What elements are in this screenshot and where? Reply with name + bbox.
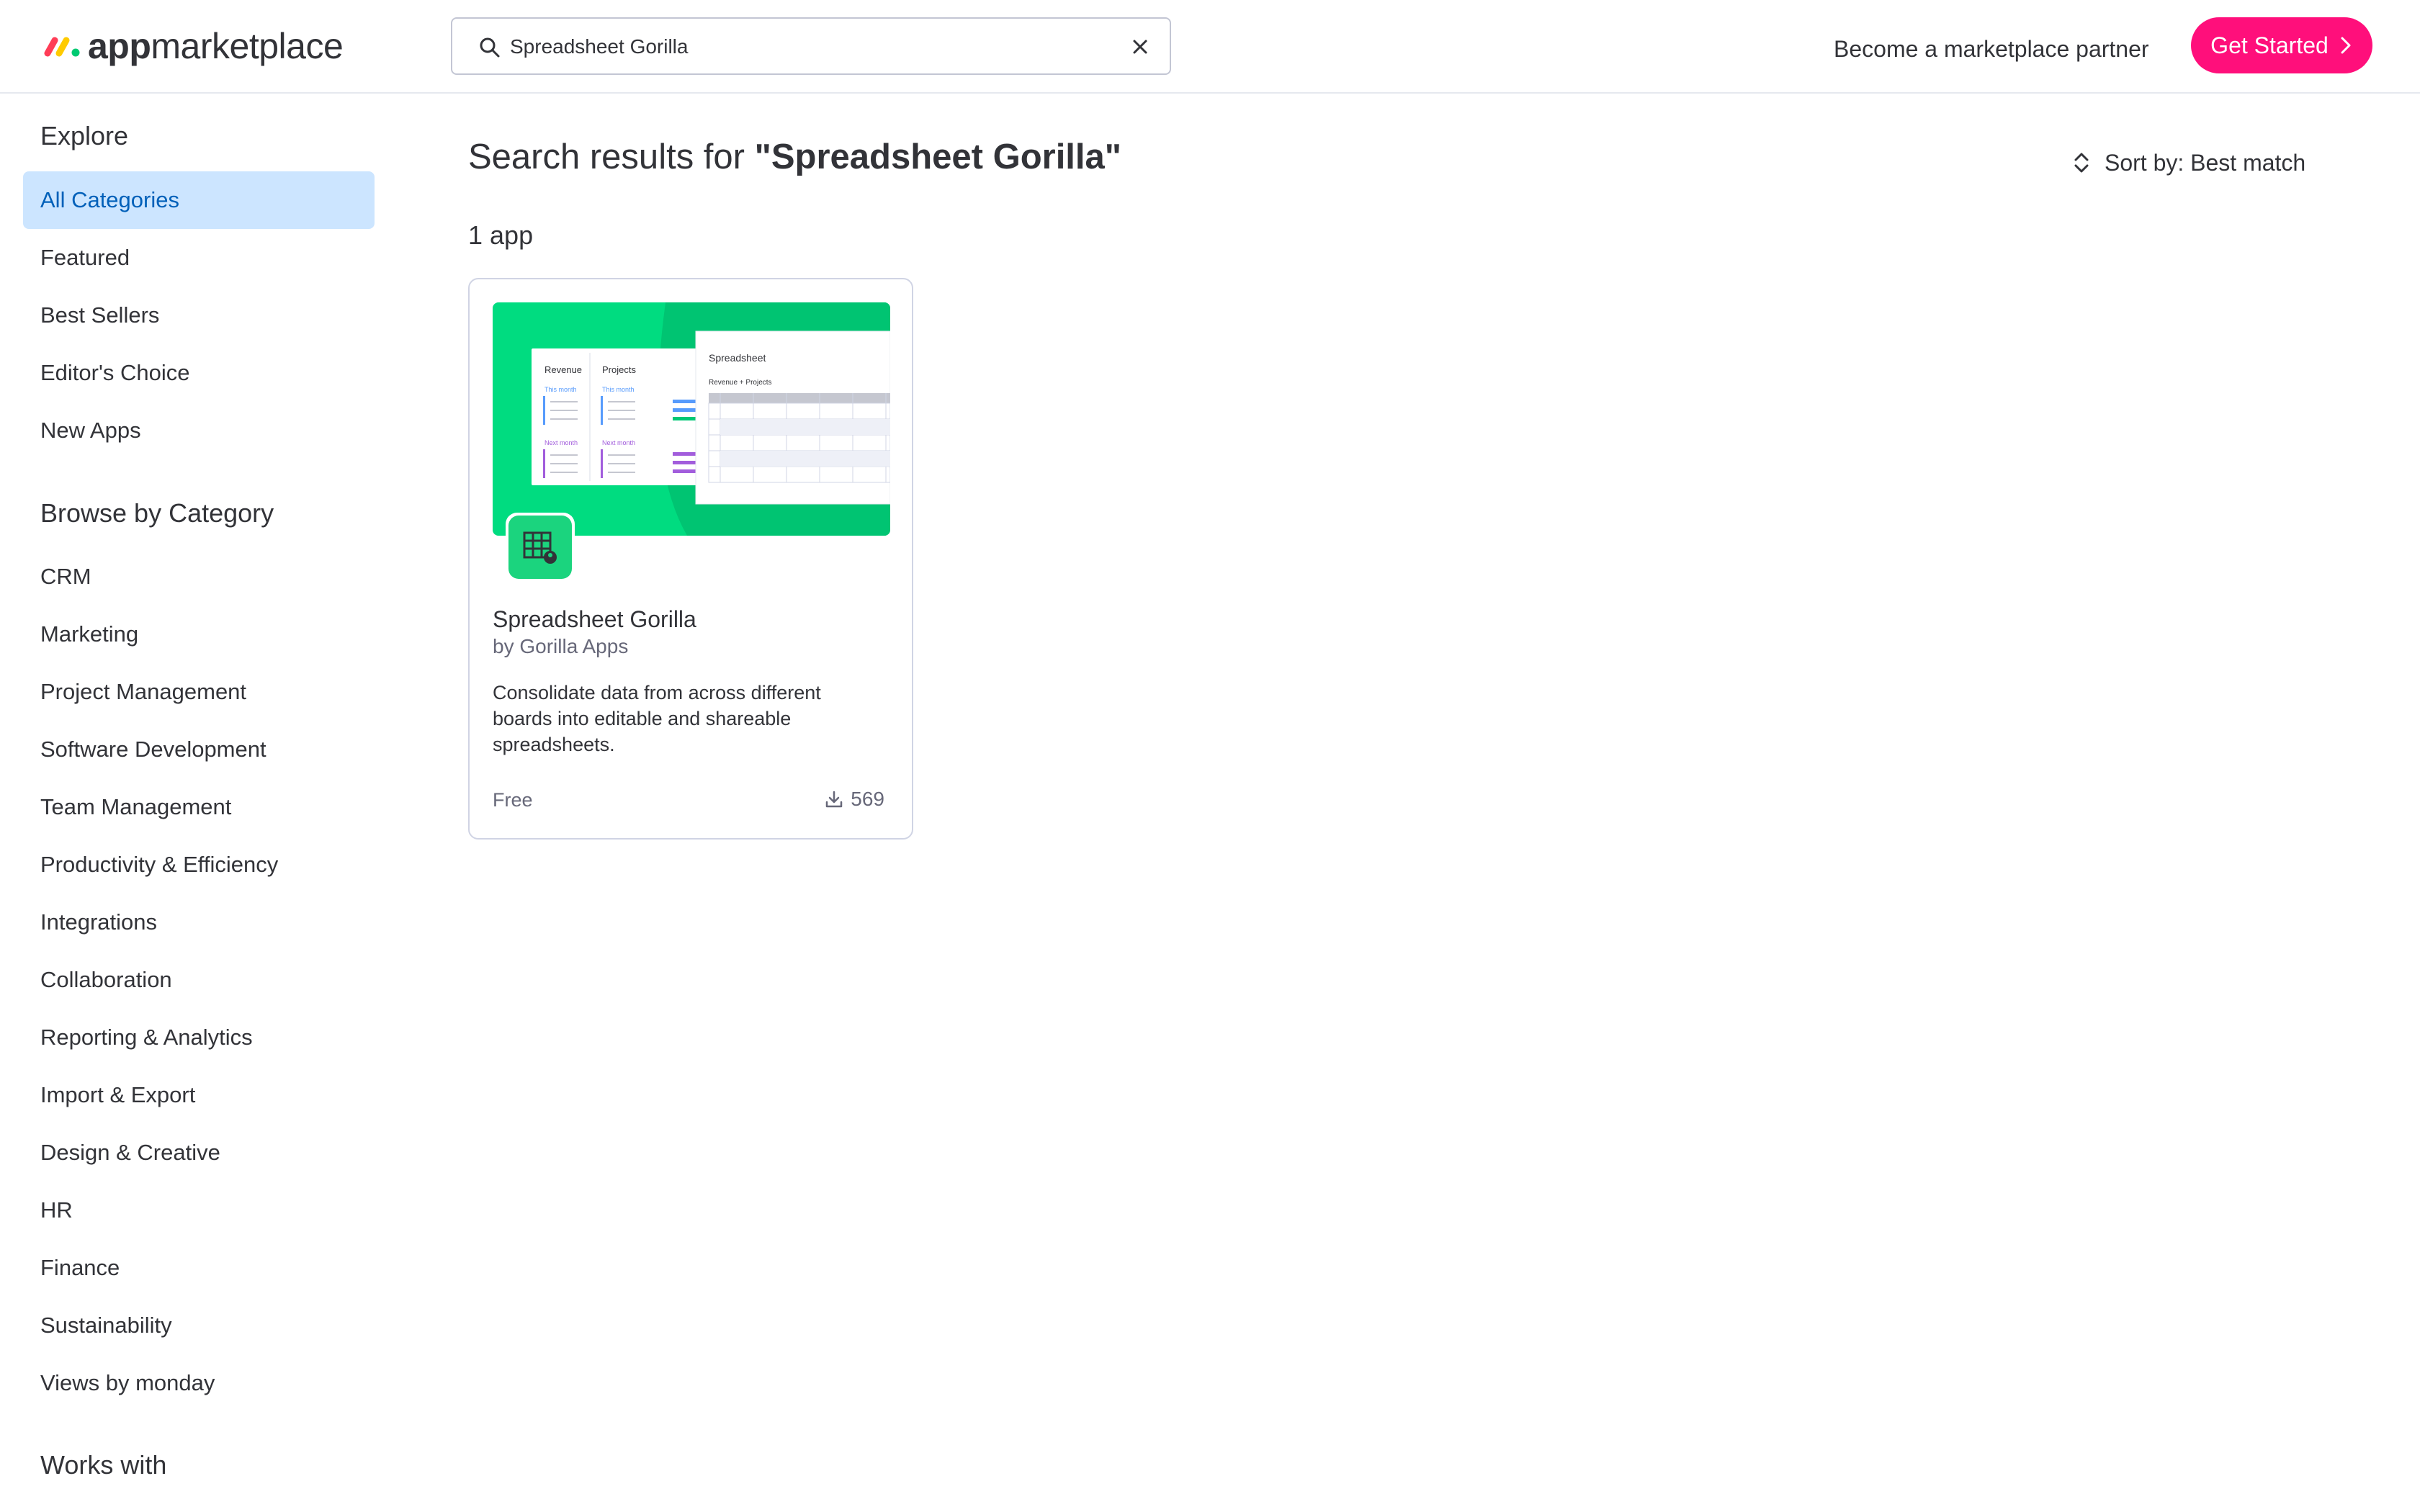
sidebar-item-design-creative[interactable]: Design & Creative — [23, 1124, 375, 1182]
sort-dropdown[interactable]: Sort by: Best match — [2070, 143, 2305, 183]
sidebar-item-import-export[interactable]: Import & Export — [23, 1066, 375, 1124]
spreadsheet-preview-illustration: Revenue Projects This month This month N… — [493, 302, 890, 536]
chevron-right-icon — [2341, 37, 2351, 54]
install-count-value: 569 — [851, 788, 884, 810]
sidebar-item-collaboration[interactable]: Collaboration — [23, 951, 375, 1009]
search-input[interactable] — [510, 29, 1101, 65]
preview-next-month-2: Next month — [602, 439, 635, 446]
sidebar-item-best-sellers[interactable]: Best Sellers — [23, 287, 375, 344]
sidebar-item-hr[interactable]: HR — [23, 1182, 375, 1239]
sidebar-item-views-by-monday[interactable]: Views by monday — [23, 1354, 375, 1412]
app-preview-image: Revenue Projects This month This month N… — [493, 302, 890, 536]
get-started-button[interactable]: Get Started — [2191, 17, 2372, 73]
monday-logo-icon — [44, 37, 80, 57]
sort-label: Sort by: Best match — [2105, 149, 2306, 176]
app-title[interactable]: Spreadsheet Gorilla — [493, 606, 696, 633]
page-title: Search results for "Spreadsheet Gorilla" — [468, 137, 1121, 177]
app-description: Consolidate data from across different b… — [493, 682, 821, 755]
logo-text: appmarketplace — [88, 26, 344, 66]
preview-sheet-subtitle: Revenue + Projects — [709, 379, 772, 387]
browse-by-category-heading: Browse by Category — [40, 498, 274, 528]
works-with-heading: Works with — [40, 1450, 167, 1480]
top-header: appmarketplace Become a marketplace part… — [0, 0, 2420, 94]
search-box — [451, 17, 1171, 75]
sidebar-item-sustainability[interactable]: Sustainability — [23, 1297, 375, 1354]
sidebar-item-editors-choice[interactable]: Editor's Choice — [23, 344, 375, 402]
title-query: "Spreadsheet Gorilla" — [754, 138, 1122, 176]
preview-next-month-1: Next month — [544, 439, 578, 446]
result-count: 1 app — [468, 220, 534, 250]
sidebar-item-productivity[interactable]: Productivity & Efficiency — [23, 836, 375, 894]
sidebar-item-featured[interactable]: Featured — [23, 229, 375, 287]
get-started-label: Get Started — [2210, 32, 2329, 58]
preview-col2: Projects — [602, 364, 636, 375]
install-count: 569 — [825, 788, 884, 811]
app-price: Free — [493, 789, 533, 811]
sidebar-item-finance[interactable]: Finance — [23, 1239, 375, 1297]
sidebar-item-all-categories[interactable]: All Categories — [23, 171, 375, 229]
preview-this-month-1: This month — [544, 386, 577, 393]
sort-icon — [2074, 153, 2089, 173]
search-icon — [480, 37, 500, 58]
app-vendor: by Gorilla Apps — [493, 635, 629, 657]
title-prefix: Search results for — [468, 138, 755, 176]
preview-sheet-title: Spreadsheet — [709, 352, 766, 364]
explore-heading: Explore — [40, 121, 129, 150]
become-partner-link[interactable]: Become a marketplace partner — [1834, 36, 2149, 63]
sidebar-item-project-management[interactable]: Project Management — [23, 663, 375, 721]
preview-col1: Revenue — [544, 364, 582, 375]
sidebar-item-marketing[interactable]: Marketing — [23, 606, 375, 663]
sidebar-item-team-management[interactable]: Team Management — [23, 778, 375, 836]
sidebar-item-new-apps[interactable]: New Apps — [23, 402, 375, 459]
spreadsheet-icon — [523, 531, 557, 564]
app-card[interactable]: Revenue Projects This month This month N… — [468, 278, 913, 840]
app-logo — [506, 513, 575, 582]
sidebar-item-crm[interactable]: CRM — [23, 548, 375, 606]
download-icon — [826, 791, 843, 808]
sidebar: Explore All Categories Featured Best Sel… — [0, 95, 389, 1512]
sidebar-item-reporting-analytics[interactable]: Reporting & Analytics — [23, 1009, 375, 1066]
close-icon[interactable] — [1129, 36, 1151, 58]
sidebar-item-integrations[interactable]: Integrations — [23, 894, 375, 951]
marketplace-logo[interactable]: appmarketplace — [43, 24, 344, 68]
sidebar-item-software-development[interactable]: Software Development — [23, 721, 375, 778]
preview-this-month-2: This month — [602, 386, 635, 393]
